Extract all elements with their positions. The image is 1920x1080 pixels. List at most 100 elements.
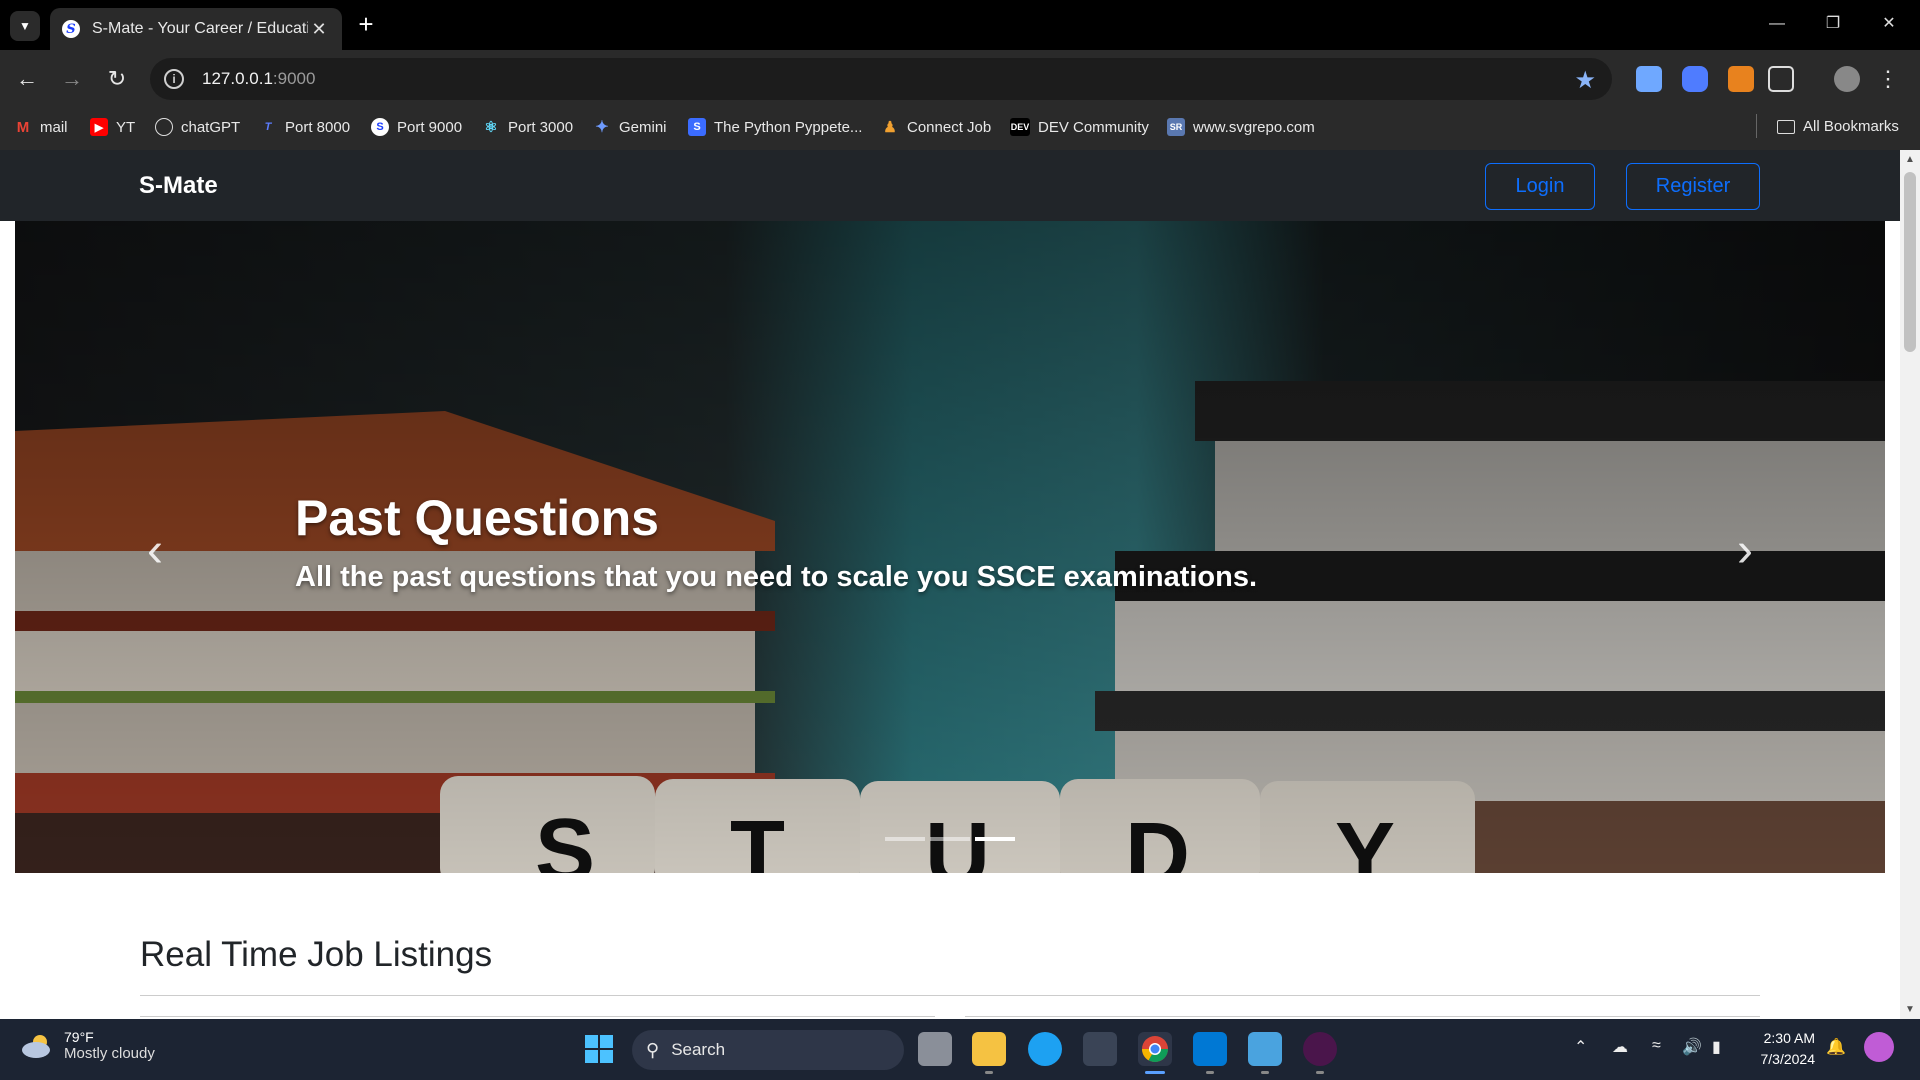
app-running-indicator [1261, 1071, 1269, 1074]
section-divider [140, 995, 1760, 996]
notification-bell-icon[interactable]: 🔔 [1826, 1037, 1846, 1057]
bookmark-port-8000[interactable]: T Port 8000 [259, 118, 350, 136]
url-host: 127.0.0.1 [202, 69, 273, 88]
carousel-caption-subtitle: All the past questions that you need to … [295, 561, 1258, 593]
notepad-icon[interactable] [1248, 1032, 1282, 1066]
bookmark-chatgpt[interactable]: chatGPT [155, 118, 240, 136]
menu-kebab-icon[interactable]: ⋮ [1876, 62, 1900, 96]
back-icon[interactable]: ← [10, 62, 44, 96]
section-title: Real Time Job Listings [140, 935, 493, 974]
svgrepo-icon: SR [1167, 118, 1185, 136]
carousel-background-image: S T U D Y [15, 221, 1885, 873]
bookmark-port-3000[interactable]: ⚛ Port 3000 [482, 118, 574, 137]
restore-icon[interactable]: ❐ [1810, 8, 1856, 40]
reload-icon[interactable]: ↻ [100, 62, 134, 96]
scrollbar-thumb[interactable] [1904, 172, 1916, 352]
site-info-icon[interactable]: i [164, 69, 184, 89]
tab-search-button[interactable]: ▼ [10, 11, 40, 41]
carousel-next-icon[interactable]: › [1715, 521, 1775, 581]
tray-chevron-up-icon[interactable]: ⌃ [1574, 1037, 1587, 1057]
onedrive-icon[interactable]: ☁ [1612, 1037, 1628, 1057]
bookmark-mail[interactable]: M mail [14, 118, 68, 136]
taskbar-clock[interactable]: 2:30 AM 7/3/2024 [1755, 1028, 1816, 1070]
extension-doc-icon[interactable] [1636, 66, 1662, 92]
bookmark-label: www.svgrepo.com [1193, 118, 1315, 136]
bookmark-label: Port 3000 [508, 118, 574, 136]
bookmark-port-9000[interactable]: S Port 9000 [371, 118, 462, 136]
folder-icon [1777, 119, 1795, 134]
site-brand[interactable]: S-Mate [139, 172, 218, 200]
chrome-icon[interactable] [1138, 1032, 1172, 1066]
bookmark-connect-job[interactable]: ♟ Connect Job [881, 118, 991, 137]
windows-start-icon[interactable] [582, 1032, 616, 1066]
store-icon[interactable] [1083, 1032, 1117, 1066]
carousel-indicator-1[interactable] [885, 837, 925, 841]
taskbar-search[interactable]: ⚲ Search [632, 1030, 904, 1070]
active-tab[interactable]: S S-Mate - Your Career / Educatio ✕ [50, 8, 342, 50]
react-icon: ⚛ [484, 119, 498, 136]
app-running-indicator [1316, 1071, 1324, 1074]
bookmark-icon: S [688, 118, 706, 136]
extensions-puzzle-icon[interactable] [1768, 66, 1794, 92]
weather-temp: 79°F [64, 1029, 94, 1045]
port-icon: S [371, 118, 389, 136]
task-view-icon[interactable] [918, 1032, 952, 1066]
edge-icon[interactable] [1028, 1032, 1062, 1066]
bookmark-gemini[interactable]: ✦ Gemini [593, 118, 667, 137]
carousel-caption-title: Past Questions [295, 490, 659, 546]
file-explorer-icon[interactable] [972, 1032, 1006, 1066]
extension-chat-icon[interactable] [1682, 66, 1708, 92]
cloudy-weather-icon [22, 1034, 50, 1058]
close-window-icon[interactable]: ✕ [1866, 8, 1912, 40]
bookmark-star-icon[interactable]: ★ [1574, 66, 1596, 95]
chevron-down-icon: ▼ [19, 19, 31, 33]
bookmark-label: mail [40, 118, 68, 136]
close-tab-icon[interactable]: ✕ [308, 19, 330, 40]
bookmark-label: The Python Pyppete... [714, 118, 863, 136]
app-running-indicator [985, 1071, 993, 1074]
login-button[interactable]: Login [1485, 163, 1595, 210]
windows-taskbar: 79°F Mostly cloudy ⚲ Search ⌃ ☁ ≈ 🔊 ▮ 2:… [0, 1019, 1920, 1080]
chatgpt-icon [155, 118, 173, 136]
taskbar-search-label: Search [671, 1040, 726, 1059]
bookmark-dev-community[interactable]: DEV DEV Community [1010, 118, 1149, 136]
volume-icon[interactable]: 🔊 [1682, 1037, 1702, 1057]
port-icon: T [264, 121, 272, 133]
scroll-down-icon[interactable]: ▼ [1900, 1004, 1920, 1015]
address-bar[interactable]: i 127.0.0.1:9000 ★ [150, 58, 1612, 100]
dev-icon: DEV [1010, 118, 1030, 136]
bookmark-python-pyppeteer[interactable]: S The Python Pyppete... [688, 118, 862, 136]
slack-icon[interactable] [1303, 1032, 1337, 1066]
bookmark-label: chatGPT [181, 118, 241, 136]
carousel-indicator-3[interactable] [975, 837, 1015, 841]
register-button[interactable]: Register [1626, 163, 1760, 210]
gemini-icon: ✦ [595, 119, 609, 136]
forward-icon[interactable]: → [55, 62, 89, 96]
profile-avatar[interactable] [1834, 66, 1860, 92]
carousel-prev-icon[interactable]: ‹ [125, 521, 185, 581]
bookmark-svgrepo[interactable]: SR www.svgrepo.com [1167, 118, 1315, 136]
carousel-indicator-2[interactable] [930, 837, 970, 841]
bookmark-label: Port 9000 [397, 118, 463, 136]
weather-desc: Mostly cloudy [64, 1045, 155, 1062]
weather-widget[interactable]: 79°F Mostly cloudy [20, 1029, 155, 1062]
all-bookmarks-label: All Bookmarks [1803, 118, 1899, 135]
minimize-icon[interactable]: — [1754, 8, 1800, 40]
bookmark-label: Port 8000 [285, 118, 351, 136]
battery-icon[interactable]: ▮ [1712, 1037, 1721, 1057]
scroll-up-icon[interactable]: ▲ [1900, 154, 1920, 165]
bookmark-label: Gemini [619, 118, 667, 136]
bookmarks-bar: M mail ▶ YT chatGPT T Port 8000 S Port 9… [0, 108, 1920, 150]
all-bookmarks-button[interactable]: All Bookmarks [1777, 118, 1899, 135]
new-tab-button[interactable]: + [352, 10, 380, 38]
wifi-icon[interactable]: ≈ [1652, 1037, 1661, 1055]
vscode-icon[interactable] [1193, 1032, 1227, 1066]
tab-title: S-Mate - Your Career / Educatio [92, 20, 308, 37]
page-scrollbar[interactable]: ▲ ▼ [1900, 150, 1920, 1019]
gmail-icon: M [16, 118, 30, 136]
copilot-icon[interactable] [1864, 1032, 1894, 1062]
site-favicon-icon: S [62, 20, 80, 38]
metamask-icon[interactable] [1728, 66, 1754, 92]
bookmarks-divider [1756, 114, 1757, 138]
bookmark-yt[interactable]: ▶ YT [90, 118, 135, 136]
